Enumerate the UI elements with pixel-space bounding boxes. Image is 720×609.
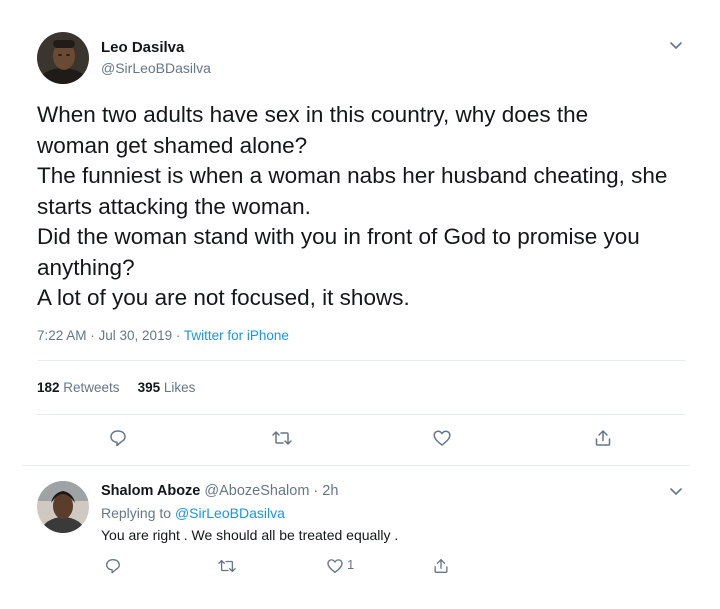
author-name[interactable]: Leo Dasilva [101,39,184,56]
tweet-stats: 182 Retweets 395 Likes [37,380,195,395]
like-count: 395 [137,380,161,395]
divider [22,465,690,466]
chevron-down-icon[interactable] [668,483,684,499]
reply-header: Shalom Aboze @AbozeShalom · 2h [101,483,338,499]
retweet-icon[interactable] [271,427,293,449]
divider [37,360,685,361]
reply-author-name[interactable]: Shalom Aboze [101,483,200,499]
author-handle[interactable]: @SirLeoBDasilva [101,60,211,76]
reply-icon[interactable] [107,427,129,449]
retweet-label: Retweets [59,380,120,395]
retweet-icon[interactable] [216,555,238,577]
tweet-text-line: A lot of you are not focused, it shows. [37,285,410,310]
replying-prefix: Replying to [101,505,175,521]
main-tweet[interactable]: Leo Dasilva @SirLeoBDasilva When two adu… [0,0,720,466]
reply-like-count: 1 [347,557,355,572]
tweet-meta: 7:22 AM · Jul 30, 2019 · Twitter for iPh… [37,328,289,343]
divider [37,414,685,415]
tweet-timestamp[interactable]: 7:22 AM · Jul 30, 2019 · [37,328,184,343]
tweet-text-line: The funniest is when a woman nabs her hu… [37,163,668,188]
retweets-stat[interactable]: 182 Retweets [37,380,120,395]
share-icon[interactable] [592,427,614,449]
like-icon[interactable] [324,555,346,577]
tweet-text-line: woman get shamed alone? [37,132,308,158]
reply-author-handle[interactable]: @AbozeShalom · 2h [200,483,338,499]
chevron-down-icon[interactable] [668,37,684,53]
likes-stat[interactable]: 395 Likes [138,380,196,395]
retweet-count: 182 [37,380,60,395]
share-icon[interactable] [430,555,452,577]
tweet-text-line: starts attacking the woman. [37,193,311,219]
reply-text: You are right . We should all be treated… [101,527,399,543]
replying-to: Replying to @SirLeoBDasilva [101,505,285,521]
reply-icon[interactable] [102,555,124,577]
replying-to-link[interactable]: @SirLeoBDasilva [175,505,285,521]
tweet-text: When two adults have sex in this country… [37,100,697,314]
tweet-source-link[interactable]: Twitter for iPhone [184,328,289,343]
tweet-text-line: Did the woman stand with you in front of… [37,224,640,249]
like-icon[interactable] [431,427,453,449]
like-label: Likes [160,380,196,395]
author-avatar[interactable] [37,32,89,84]
tweet-text-line: anything? [37,254,135,280]
reply-author-avatar[interactable] [37,481,89,533]
tweet-text-line: When two adults have sex in this country… [37,102,589,127]
